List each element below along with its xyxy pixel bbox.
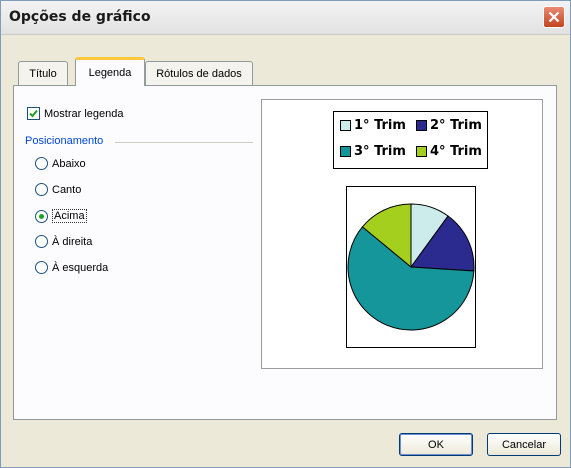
tab-label: Título <box>29 67 57 80</box>
radio-label: Abaixo <box>52 157 86 170</box>
tab-titulo[interactable]: Título <box>18 61 68 85</box>
radio-abaixo[interactable]: Abaixo <box>35 157 86 170</box>
tab-rotulos-de-dados[interactable]: Rótulos de dados <box>145 61 253 85</box>
chart-preview: 1° Trim 2° Trim 3° Trim 4° Trim <box>261 99 543 369</box>
radio-acima[interactable]: Acima <box>35 209 87 223</box>
show-legend-checkbox-row[interactable]: Mostrar legenda <box>27 107 124 120</box>
cancel-button-label: Cancelar <box>501 438 547 451</box>
radio-button[interactable] <box>35 235 48 248</box>
radio-button-selected[interactable] <box>35 209 48 223</box>
title-bar[interactable]: Opções de gráfico <box>1 1 570 35</box>
radio-label: Acima <box>52 209 87 223</box>
radio-button[interactable] <box>35 183 48 196</box>
radio-a-direita[interactable]: À direita <box>35 235 92 248</box>
legend-item: 4° Trim <box>416 144 482 159</box>
group-divider <box>115 142 253 143</box>
legend-label: 3° Trim <box>354 144 406 159</box>
radio-a-esquerda[interactable]: À esquerda <box>35 261 108 274</box>
close-icon <box>548 11 560 23</box>
radio-label: Canto <box>52 183 82 196</box>
tab-legenda[interactable]: Legenda <box>75 57 145 86</box>
legend-label: 2° Trim <box>430 118 482 133</box>
window-title: Opções de gráfico <box>9 9 151 25</box>
tab-label: Legenda <box>88 67 132 79</box>
close-button[interactable] <box>543 6 565 28</box>
radio-button[interactable] <box>35 261 48 274</box>
cancel-button[interactable]: Cancelar <box>487 433 561 456</box>
show-legend-label: Mostrar legenda <box>44 107 124 120</box>
placement-group-label: Posicionamento <box>25 135 104 147</box>
legend-swatch <box>416 120 427 131</box>
legend-swatch <box>416 146 427 157</box>
pie-plot-area <box>346 186 476 348</box>
tab-label: Rótulos de dados <box>156 67 242 80</box>
chart-legend: 1° Trim 2° Trim 3° Trim 4° Trim <box>333 111 488 169</box>
checkmark-icon <box>29 109 38 118</box>
show-legend-checkbox[interactable] <box>27 107 40 120</box>
legend-item: 3° Trim <box>340 144 406 159</box>
chart-options-dialog: Opções de gráfico Título Legenda Rótulos… <box>0 0 571 468</box>
legend-swatch <box>340 120 351 131</box>
ok-button[interactable]: OK <box>399 433 473 456</box>
legend-label: 1° Trim <box>354 118 406 133</box>
legend-item: 1° Trim <box>340 118 406 133</box>
radio-label: À esquerda <box>52 261 109 274</box>
legend-swatch <box>340 146 351 157</box>
radio-canto[interactable]: Canto <box>35 183 81 196</box>
radio-label: À direita <box>52 235 93 248</box>
legend-label: 4° Trim <box>430 144 482 159</box>
radio-button[interactable] <box>35 157 48 170</box>
ok-button-label: OK <box>428 438 444 451</box>
legend-item: 2° Trim <box>416 118 482 133</box>
pie-chart <box>347 203 475 331</box>
